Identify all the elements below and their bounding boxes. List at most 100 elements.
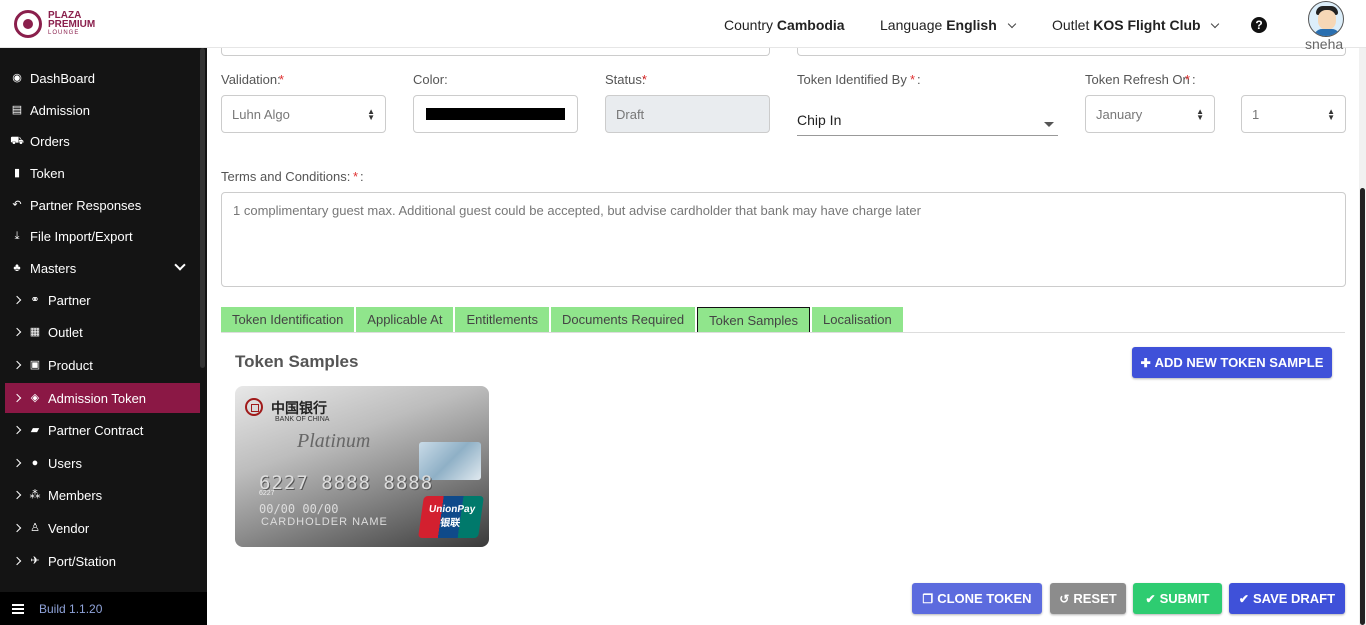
country-label: Country [724, 17, 774, 33]
tab-documents-required[interactable]: Documents Required [551, 307, 696, 333]
building-icon: ▦ [29, 326, 41, 338]
status-value: Draft [616, 107, 645, 122]
cart-icon: ⛟ [10, 135, 24, 147]
tab-token-samples[interactable]: Token Samples [697, 307, 811, 333]
sidebar-item-product[interactable]: ▣ Product [0, 350, 200, 380]
tab-applicable-at[interactable]: Applicable At [356, 307, 454, 333]
sidebar-item-label: Outlet [48, 324, 83, 340]
status-label: Status: [605, 72, 645, 87]
tab-token-identification[interactable]: Token Identification [221, 307, 355, 333]
sidebar-item-admission[interactable]: ▤ Admission [0, 95, 200, 125]
plaza-premium-logo[interactable]: PLAZA PREMIUM LOUNGE [14, 10, 95, 38]
tab-localisation[interactable]: Localisation [812, 307, 903, 333]
check-icon: ✔ [1145, 591, 1156, 606]
sidebar-item-label: File Import/Export [30, 228, 133, 244]
sidebar-item-orders[interactable]: ⛟ Orders [0, 126, 200, 156]
outlet-selector[interactable]: Outlet KOS Flight Club [1052, 17, 1220, 33]
sidebar-item-vendor[interactable]: ♙ Vendor [0, 513, 200, 543]
sidebar-item-token[interactable]: ▮ Token [0, 158, 200, 188]
token-sample-card-image[interactable]: 中国银行 BANK OF CHINA Platinum 6227 8888 88… [235, 386, 489, 547]
copy-icon: ❐ [922, 591, 934, 606]
sidebar-item-masters[interactable]: ♣ Masters [0, 253, 200, 283]
sort-arrows-icon: ▲ ▼ [1196, 107, 1204, 122]
avatar-face [1318, 10, 1336, 30]
card-bank-name-en: BANK OF CHINA [275, 416, 330, 423]
token-refresh-day-select[interactable]: 1 ▲ ▼ [1241, 95, 1346, 133]
token-identified-label-text: Token Identified By [797, 72, 907, 87]
sidebar-item-file-import-export[interactable]: ⤓ File Import/Export [0, 221, 200, 251]
sidebar-item-dashboard[interactable]: ◉ DashBoard [0, 63, 200, 93]
logo-line-2: PREMIUM [48, 18, 96, 30]
users-icon: ⁂ [29, 489, 41, 501]
color-picker[interactable] [413, 95, 578, 133]
sidebar-footer: Build 1.1.20 [0, 592, 207, 625]
label-colon: : [1192, 72, 1196, 87]
sidebar-item-partner-responses[interactable]: ↶ Partner Responses [0, 190, 200, 220]
plane-icon: ✈ [30, 555, 40, 567]
reset-button[interactable]: ↺ RESET [1050, 583, 1126, 614]
check-icon: ✔ [1238, 591, 1249, 606]
sidebar-item-admission-token[interactable]: ◈ Admission Token [5, 383, 200, 413]
terms-textarea[interactable]: 1 complimentary guest max. Additional gu… [221, 192, 1346, 287]
outlet-value: KOS Flight Club [1093, 17, 1201, 33]
validation-label: Validation: [221, 72, 281, 87]
sidebar-item-label: Masters [30, 260, 77, 276]
hamburger-menu-icon[interactable] [12, 603, 24, 614]
token-refresh-month-value: January [1096, 107, 1143, 122]
file-icon: ▮ [13, 167, 21, 179]
sidebar-item-outlet[interactable]: ▦ Outlet [0, 317, 200, 347]
validation-value: Luhn Algo [232, 107, 290, 122]
save-draft-button[interactable]: ✔ SAVE DRAFT [1229, 583, 1345, 614]
chevron-right-icon [12, 393, 22, 403]
sort-arrows-icon: ▲ ▼ [367, 107, 375, 122]
terms-label: Terms and Conditions: [221, 169, 350, 184]
clone-button-label: CLONE TOKEN [937, 591, 1032, 606]
chevron-right-icon [12, 360, 22, 370]
sidebar-item-partner-contract[interactable]: ▰ Partner Contract [0, 415, 200, 445]
country-selector[interactable]: Country Cambodia [724, 17, 845, 33]
token-identified-select[interactable]: Chip In [797, 100, 1058, 136]
partial-input-top-left[interactable] [221, 48, 770, 56]
validation-label-text: Validation: [221, 72, 281, 87]
sidebar-item-users[interactable]: ● Users [0, 448, 200, 478]
partial-input-top-right[interactable] [797, 48, 1346, 56]
card-tier: Platinum [297, 430, 371, 452]
add-new-token-sample-button[interactable]: ✚ ADD NEW TOKEN SAMPLE [1132, 347, 1332, 378]
briefcase-icon: ▰ [30, 424, 40, 436]
sidebar-item-label: Orders [30, 133, 70, 149]
language-selector[interactable]: Language English [880, 17, 1016, 33]
build-version: Build 1.1.20 [39, 601, 103, 616]
language-value: English [946, 17, 997, 33]
sidebar-item-port-station[interactable]: ✈ Port/Station [0, 546, 200, 576]
sidebar-item-members[interactable]: ⁂ Members [0, 480, 200, 510]
sidebar-item-label: Admission Token [48, 390, 147, 406]
tab-entitlements[interactable]: Entitlements [455, 307, 550, 333]
submit-button[interactable]: ✔ SUBMIT [1133, 583, 1222, 614]
required-mark: * [910, 72, 916, 87]
save-draft-button-label: SAVE DRAFT [1252, 591, 1336, 606]
required-mark: * [279, 72, 285, 87]
country-value: Cambodia [776, 17, 845, 33]
sidebar-scrollbar[interactable] [200, 48, 205, 368]
logo-icon [14, 10, 42, 38]
color-swatch [426, 108, 565, 120]
clone-token-button[interactable]: ❐ CLONE TOKEN [912, 583, 1042, 614]
validation-select[interactable]: Luhn Algo ▲ ▼ [221, 95, 386, 133]
sidebar-item-partner[interactable]: ⚭ Partner [0, 285, 200, 315]
required-mark: * [1185, 72, 1191, 87]
token-identified-value: Chip In [797, 112, 842, 128]
sitemap-icon: ♣ [13, 262, 21, 274]
sidebar-item-label: Partner Responses [30, 197, 142, 213]
chevron-right-icon [12, 556, 22, 566]
chevron-right-icon [12, 458, 22, 468]
label-colon: : [360, 169, 364, 184]
avatar[interactable] [1308, 1, 1344, 37]
language-label: Language [880, 17, 943, 33]
history-icon: ↺ [1059, 591, 1070, 606]
help-icon[interactable]: ? [1251, 17, 1267, 33]
sidebar-item-label: Token [30, 165, 65, 181]
card-small-number: 6227 [259, 490, 275, 497]
page-scrollbar-thumb[interactable] [1360, 188, 1365, 625]
required-mark: * [353, 169, 359, 184]
token-refresh-month-select[interactable]: January ▲ ▼ [1085, 95, 1215, 133]
